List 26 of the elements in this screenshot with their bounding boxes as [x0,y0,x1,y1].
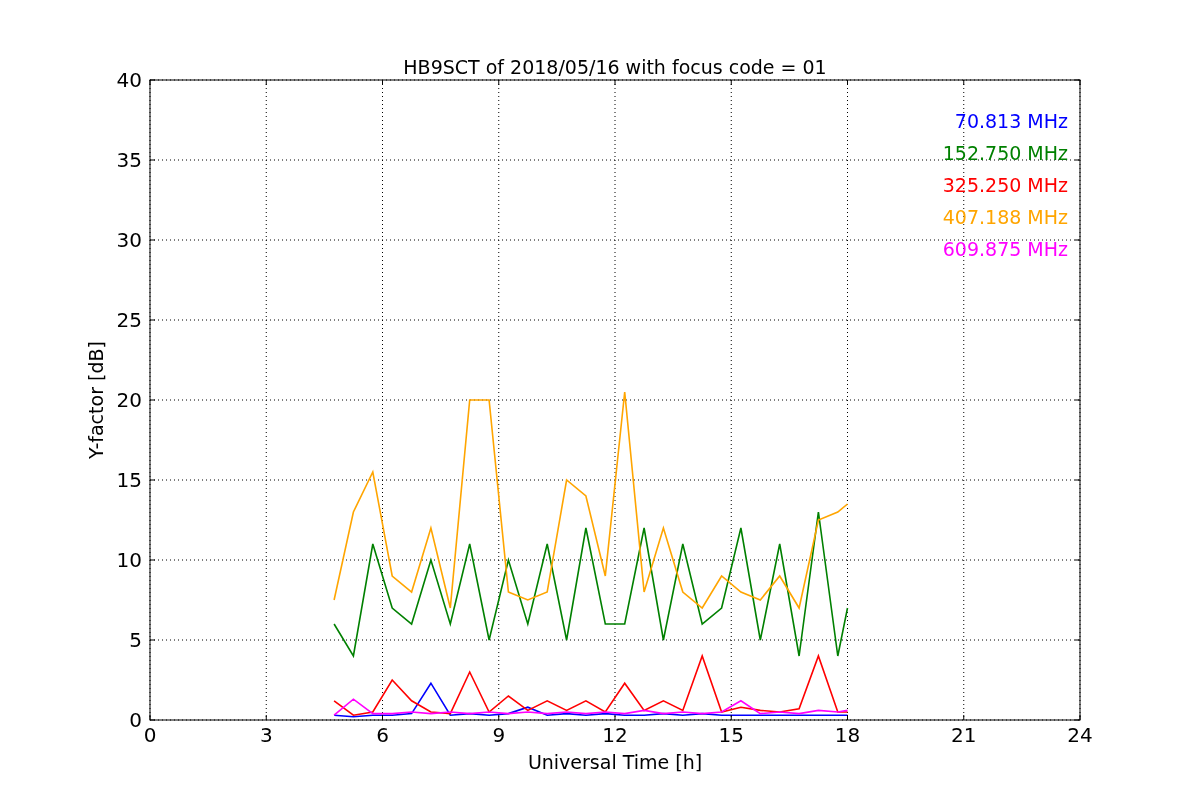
axis-tick-label: 25 [116,308,142,332]
axis-tick-label: 20 [116,388,142,412]
axis-tick-label: 12 [602,723,628,747]
chart-title: HB9SCT of 2018/05/16 with focus code = 01 [403,56,827,78]
legend-label: 325.250 MHz [942,174,1068,196]
axis-tick-label: 3 [259,723,273,747]
legend-label: 407.188 MHz [942,206,1068,228]
legend-label: 152.750 MHz [942,142,1068,164]
axis-tick-label: 15 [116,468,142,492]
axis-tick-label: 0 [143,723,157,747]
x-axis-label: Universal Time [h] [527,751,703,773]
axis-tick-label: 21 [951,723,977,747]
y-axis-label: Y-factor [dB] [85,341,107,459]
axis-tick-label: 5 [129,628,142,652]
axis-tick-label: 18 [834,723,861,747]
axis-tick-label: 6 [376,723,389,747]
axis-tick-label: 35 [116,148,142,172]
axis-tick-label: 9 [492,723,506,747]
axis-tick-label: 40 [116,68,142,92]
axis-tick-label: 15 [718,723,744,747]
axis-tick-label: 0 [129,708,142,732]
legend-label: 609.875 MHz [942,238,1068,260]
axis-tick-label: 24 [1067,723,1093,747]
axis-tick-label: 30 [116,228,142,252]
axis-tick-label: 10 [116,548,142,572]
legend-label: 70.813 MHz [954,110,1068,132]
